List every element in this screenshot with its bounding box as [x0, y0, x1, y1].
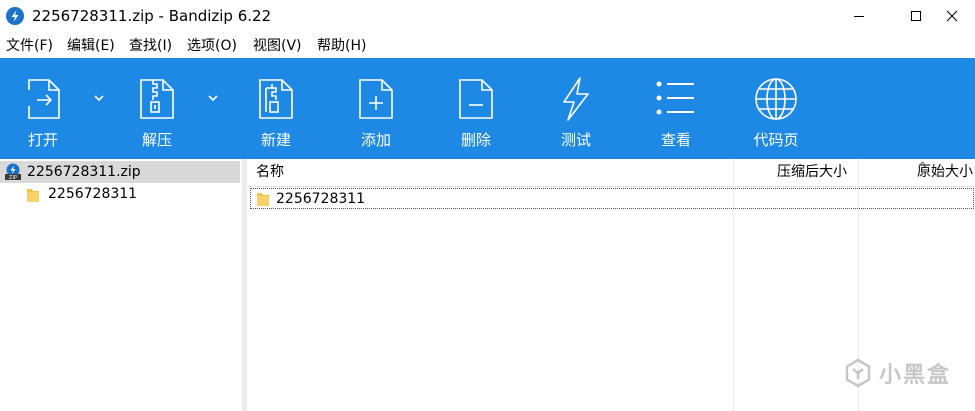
extract-archive-icon [140, 79, 174, 119]
view-label: 查看 [660, 131, 691, 149]
menu-file[interactable]: 文件(F) [6, 37, 53, 55]
open-file-icon [23, 79, 60, 119]
sort-indicator-icon [918, 161, 927, 167]
delete-label: 删除 [460, 131, 491, 149]
window-title: 2256728311.zip - Bandizip 6.22 [32, 7, 272, 25]
tree-item-root[interactable]: ZIP 2256728311.zip [0, 161, 240, 183]
add-button[interactable]: 添加 [341, 58, 411, 159]
open-button[interactable]: 打开 [8, 58, 78, 159]
bandizip-app-icon [6, 7, 24, 25]
open-dropdown-chevron-down-icon[interactable] [92, 92, 106, 104]
extract-button[interactable]: 解压 [122, 58, 192, 159]
menu-view[interactable]: 视图(V) [253, 37, 302, 55]
table-row[interactable]: 2256728311 [250, 188, 974, 209]
test-button[interactable]: 测试 [541, 58, 611, 159]
codepage-button[interactable]: 代码页 [741, 58, 811, 159]
add-label: 添加 [360, 131, 391, 149]
watermark-text: 小黑盒 [878, 363, 951, 388]
tree-root-label: 2256728311.zip [27, 164, 141, 180]
heybox-logo-icon [845, 358, 871, 388]
row-name: 2256728311 [276, 191, 366, 207]
minimize-button[interactable] [836, 0, 882, 32]
new-label: 新建 [260, 131, 291, 149]
delete-button[interactable]: 删除 [441, 58, 511, 159]
minimize-icon [854, 16, 864, 17]
zip-archive-icon: ZIP [5, 163, 21, 181]
menu-options[interactable]: 选项(O) [187, 37, 237, 55]
tree-item-folder[interactable]: 2256728311 [0, 183, 240, 205]
title-bar: 2256728311.zip - Bandizip 6.22 [0, 0, 975, 32]
codepage-globe-icon [755, 78, 797, 120]
menu-bar: 文件(F) 编辑(E) 查找(I) 选项(O) 视图(V) 帮助(H) [0, 34, 975, 58]
svg-text:ZIP: ZIP [9, 175, 17, 181]
close-icon [946, 10, 958, 22]
menu-edit[interactable]: 编辑(E) [67, 37, 115, 55]
view-button[interactable]: 查看 [641, 58, 711, 159]
folder-tree: ZIP 2256728311.zip 2256728311 [0, 159, 243, 411]
extract-dropdown-chevron-down-icon[interactable] [206, 92, 220, 104]
toolbar: 打开 解压 新建 添加 删除 测试 查看 代码页 [0, 58, 975, 159]
menu-help[interactable]: 帮助(H) [317, 37, 366, 55]
column-header-compressed-size[interactable]: 压缩后大小 [777, 159, 847, 186]
new-archive-icon [259, 79, 293, 119]
add-file-icon [359, 79, 393, 119]
view-list-icon [656, 81, 694, 115]
new-button[interactable]: 新建 [241, 58, 311, 159]
tree-folder-label: 2256728311 [48, 186, 138, 202]
codepage-label: 代码页 [753, 131, 799, 149]
maximize-icon [911, 11, 921, 21]
open-label: 打开 [27, 131, 58, 149]
close-button[interactable] [929, 0, 975, 32]
test-lightning-icon [563, 77, 589, 121]
menu-find[interactable]: 查找(I) [129, 37, 172, 55]
folder-icon [27, 189, 39, 202]
delete-file-icon [459, 79, 493, 119]
test-label: 测试 [560, 131, 591, 149]
watermark: 小黑盒 [843, 357, 951, 389]
folder-icon [257, 193, 269, 206]
list-header: 名称 压缩后大小 原始大小 [247, 159, 975, 187]
file-list: 名称 压缩后大小 原始大小 2256728311 小黑盒 [247, 159, 975, 411]
extract-label: 解压 [141, 131, 172, 149]
column-header-name[interactable]: 名称 [256, 159, 284, 186]
